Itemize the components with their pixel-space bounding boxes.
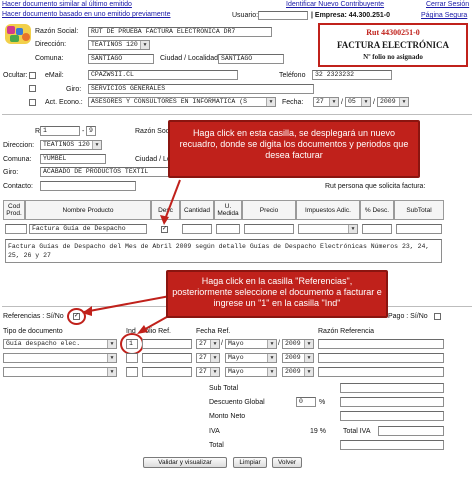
callout-referencias-hint: Haga click en la casilla "Referencias", … [166,270,388,318]
callout-arrows [82,179,191,334]
callout-desc-hint: Haga click en esta casilla, se desplegar… [168,120,420,178]
